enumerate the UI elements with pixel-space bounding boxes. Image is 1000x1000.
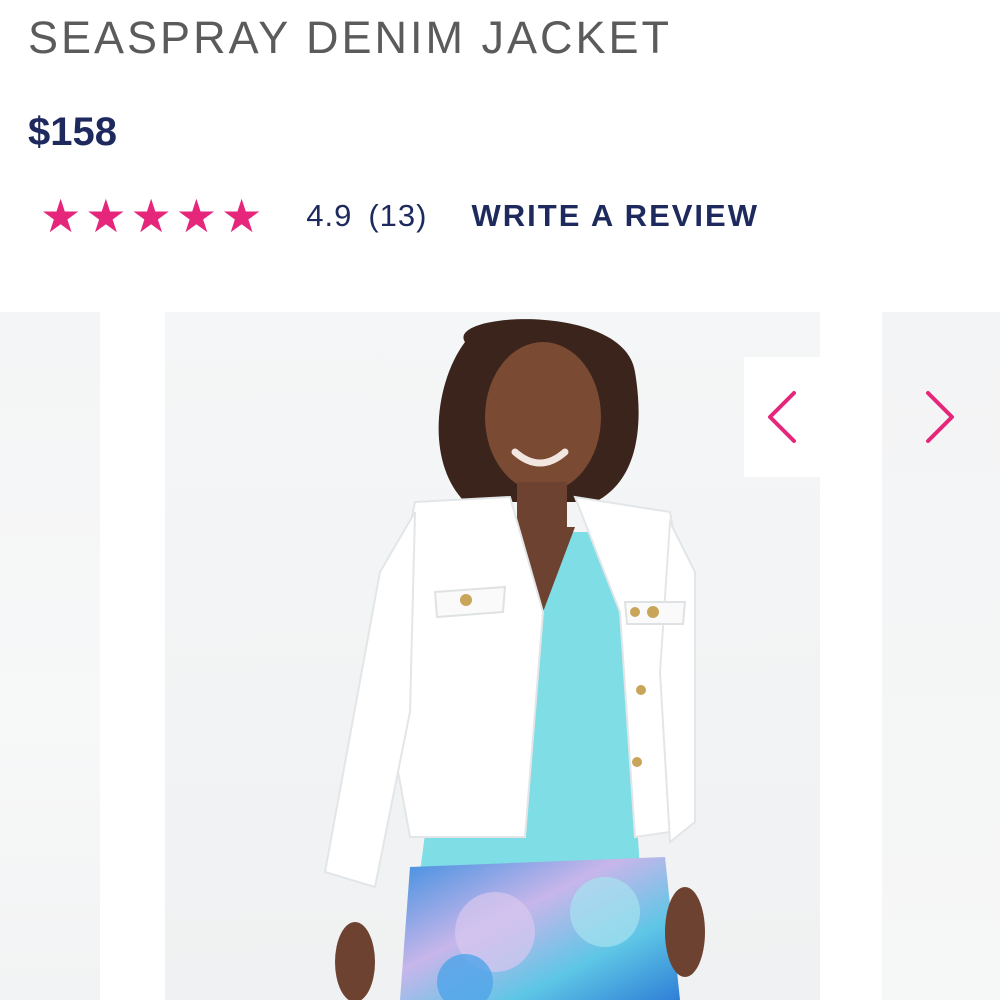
rating-value: 4.9: [306, 198, 353, 233]
product-title: SEASPRAY DENIM JACKET: [28, 12, 672, 63]
star-icon: ★: [175, 190, 217, 242]
star-icon: ★: [85, 190, 127, 242]
product-image-carousel[interactable]: [0, 312, 1000, 1000]
star-icon: ★: [130, 190, 172, 242]
write-review-link[interactable]: WRITE A REVIEW: [472, 198, 759, 234]
star-icon: ★: [40, 190, 82, 242]
product-price: $158: [28, 110, 117, 154]
model-illustration: [165, 312, 820, 1000]
star-rating[interactable]: ★ ★ ★ ★ ★: [40, 193, 262, 239]
review-count[interactable]: (13): [368, 198, 427, 234]
chevron-right-icon[interactable]: [902, 357, 978, 477]
rating-row: ★ ★ ★ ★ ★ 4.9 (13) WRITE A REVIEW: [40, 188, 759, 244]
previous-image-peek[interactable]: [0, 312, 100, 1000]
chevron-left-icon[interactable]: [744, 357, 820, 477]
star-icon: ★: [221, 190, 263, 242]
product-photo[interactable]: [165, 312, 820, 1000]
